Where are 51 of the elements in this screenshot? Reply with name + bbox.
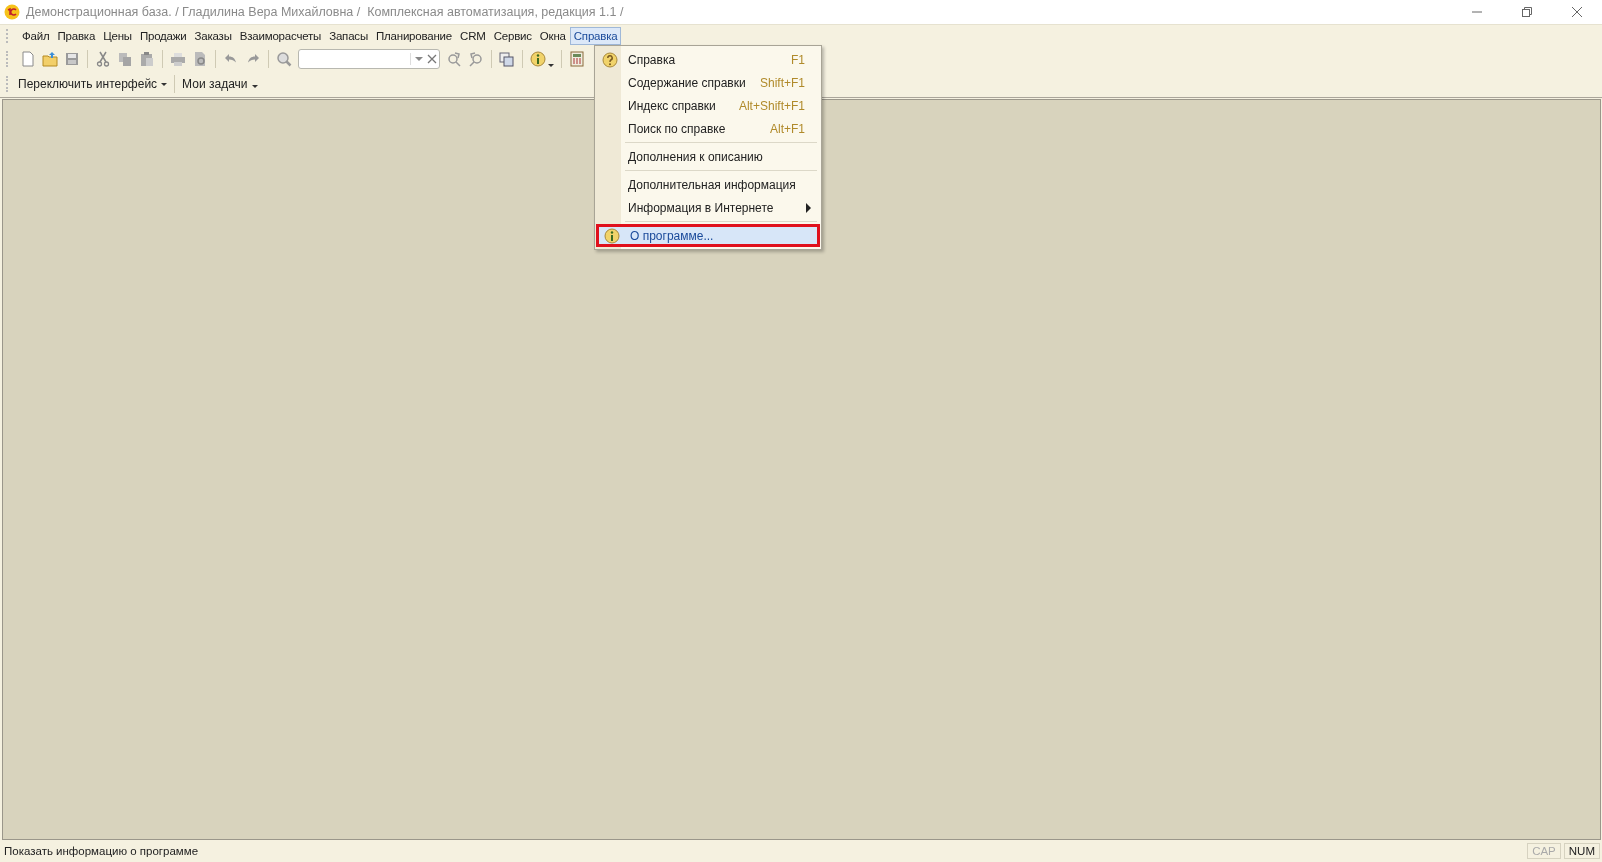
scissors-icon[interactable] bbox=[95, 51, 111, 67]
save-icon[interactable] bbox=[64, 51, 80, 67]
printer-icon[interactable] bbox=[170, 51, 186, 67]
menu-item[interactable]: Правка bbox=[53, 27, 100, 45]
submenu-arrow-icon bbox=[806, 202, 811, 213]
menu-item[interactable]: Файл bbox=[18, 27, 54, 45]
clear-icon[interactable] bbox=[427, 53, 437, 65]
close-icon[interactable] bbox=[1571, 6, 1583, 18]
windows-icon[interactable] bbox=[499, 51, 515, 67]
new-document-icon[interactable] bbox=[20, 51, 36, 67]
menu-item[interactable]: Взаиморасчеты bbox=[235, 27, 326, 45]
menu-item[interactable]: Заказы bbox=[190, 27, 236, 45]
preview-icon[interactable] bbox=[192, 51, 208, 67]
menu-item[interactable]: Запасы bbox=[325, 27, 372, 45]
caret-icon bbox=[161, 82, 168, 86]
caret-icon bbox=[251, 85, 258, 91]
menu-item[interactable]: Индекс справки Alt+Shift+F1 bbox=[596, 94, 820, 117]
find-next-icon[interactable] bbox=[446, 51, 462, 67]
menu-item[interactable]: CRM bbox=[456, 27, 490, 45]
copy-icon[interactable] bbox=[117, 51, 133, 67]
submenu-item[interactable]: Информация в Интернете bbox=[596, 196, 820, 219]
menu-item[interactable]: Содержание справки Shift+F1 bbox=[596, 71, 820, 94]
menu-item[interactable]: Поиск по справке Alt+F1 bbox=[596, 117, 820, 140]
key-indicator: NUM bbox=[1563, 843, 1600, 859]
search-field[interactable] bbox=[298, 49, 440, 69]
folder-icon[interactable] bbox=[42, 51, 58, 67]
menu-item[interactable]: Справка bbox=[569, 27, 622, 45]
help-icon bbox=[602, 51, 618, 68]
menu-item[interactable]: Продажи bbox=[135, 27, 191, 45]
menu-item[interactable]: Окна bbox=[535, 27, 570, 45]
dropdown-button[interactable]: Переключить интерфейс bbox=[15, 75, 171, 93]
menu-item[interactable]: Дополнения к описанию bbox=[596, 145, 820, 168]
menu-item[interactable]: Цены bbox=[99, 27, 136, 45]
menu-item[interactable]: Планирование bbox=[371, 27, 457, 45]
menu-item[interactable]: Справка F1 bbox=[596, 48, 820, 71]
menu-item[interactable]: О программе... bbox=[596, 224, 820, 247]
info-icon[interactable] bbox=[530, 51, 546, 67]
menu-item[interactable]: Сервис bbox=[489, 27, 536, 45]
calculator-icon[interactable] bbox=[569, 51, 585, 67]
window-title: Демонстрационная база. / Гладилина Вера Михайловна / Комплексная автоматизация, редакция 1.1 / bbox=[26, 5, 625, 19]
key-indicator: CAP bbox=[1527, 843, 1561, 859]
magnifier-icon[interactable] bbox=[276, 51, 292, 67]
caret-icon[interactable] bbox=[548, 64, 554, 67]
find-previous-icon[interactable] bbox=[468, 51, 484, 67]
menu-button[interactable]: Мои задачи bbox=[179, 75, 261, 93]
app-logo-icon bbox=[4, 4, 20, 20]
paste-icon[interactable] bbox=[139, 51, 155, 67]
info-icon bbox=[604, 227, 620, 244]
menu-item[interactable]: Дополнительная информация bbox=[596, 173, 820, 196]
restore-icon[interactable] bbox=[1521, 6, 1533, 18]
status-message: Показать информацию о программе bbox=[4, 845, 200, 857]
